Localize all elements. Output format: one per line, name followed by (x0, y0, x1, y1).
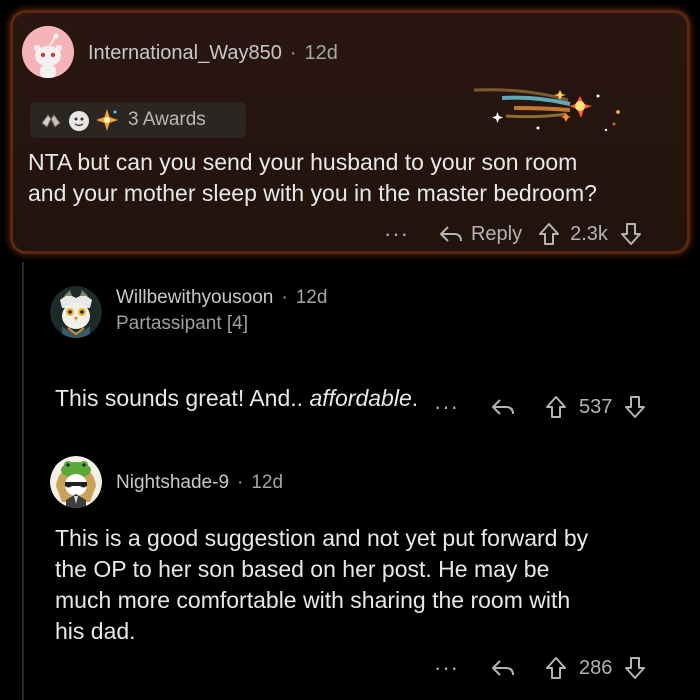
downvote-icon (620, 222, 642, 246)
more-options-button[interactable]: ··· (384, 221, 409, 247)
comment-age: 12d (304, 42, 338, 64)
award-hands-icon (38, 107, 64, 133)
downvote-icon (624, 656, 646, 680)
upvote-icon (538, 222, 560, 246)
comment-actions: ··· 537 (434, 390, 646, 424)
awards-count: 3 Awards (128, 109, 206, 130)
comment-actions: ··· 286 (434, 651, 646, 685)
vote-score: 286 (578, 656, 613, 679)
author-name[interactable]: Willbewithyousoon (116, 287, 273, 309)
upvote-icon (545, 656, 567, 680)
frog-hat-avatar-icon[interactable] (50, 456, 102, 508)
reply-arrow-icon (491, 658, 515, 678)
vote-score: 2.3k (570, 222, 608, 245)
comment-body-emphasis: affordable (309, 385, 412, 411)
meta-separator: · (237, 472, 244, 493)
reply-label: Reply (470, 222, 523, 245)
upvote-button[interactable] (545, 395, 567, 419)
comment-actions: ··· Reply 2.3k (384, 217, 642, 251)
thread-line[interactable] (22, 262, 24, 700)
meta-separator: · (281, 287, 288, 308)
comment-body: This is a good suggestion and not yet pu… (55, 525, 589, 644)
comet-banner-icon (466, 82, 636, 138)
reply-button[interactable] (491, 397, 515, 417)
reply-button[interactable]: Reply (439, 223, 522, 246)
comment-body-end: . (411, 385, 419, 411)
awards-badge[interactable]: 3 Awards (30, 102, 246, 138)
downvote-button[interactable] (620, 222, 642, 246)
reply-button[interactable] (491, 658, 515, 678)
comment-meta: Willbewithyousoon · 12d (116, 287, 327, 309)
meta-separator: · (289, 42, 297, 64)
downvote-button[interactable] (624, 395, 646, 419)
comment-body: NTA but can you send your husband to you… (28, 149, 597, 206)
upvote-icon (545, 395, 567, 419)
more-options-button[interactable]: ··· (434, 394, 459, 420)
comment-body-text: This sounds great! And.. (55, 385, 310, 411)
downvote-icon (624, 395, 646, 419)
author-name[interactable]: Nightshade-9 (116, 472, 229, 494)
comment-meta: International_Way850 · 12d (88, 42, 338, 65)
more-options-button[interactable]: ··· (434, 655, 459, 681)
owl-avatar-icon[interactable] (50, 286, 102, 338)
comment-age: 12d (251, 472, 284, 493)
award-wholesome-icon (66, 107, 92, 133)
reply-arrow-icon (439, 224, 463, 244)
comment-age: 12d (295, 287, 328, 308)
snoo-avatar-icon[interactable] (22, 26, 74, 78)
user-flair: Partassipant [4] (116, 313, 249, 334)
author-name[interactable]: International_Way850 (88, 42, 282, 65)
vote-score: 537 (578, 395, 613, 418)
downvote-button[interactable] (624, 656, 646, 680)
reply-arrow-icon (491, 397, 515, 417)
comment-meta: Nightshade-9 · 12d (116, 472, 283, 494)
award-sparkle-icon (94, 107, 120, 133)
upvote-button[interactable] (538, 222, 560, 246)
upvote-button[interactable] (545, 656, 567, 680)
